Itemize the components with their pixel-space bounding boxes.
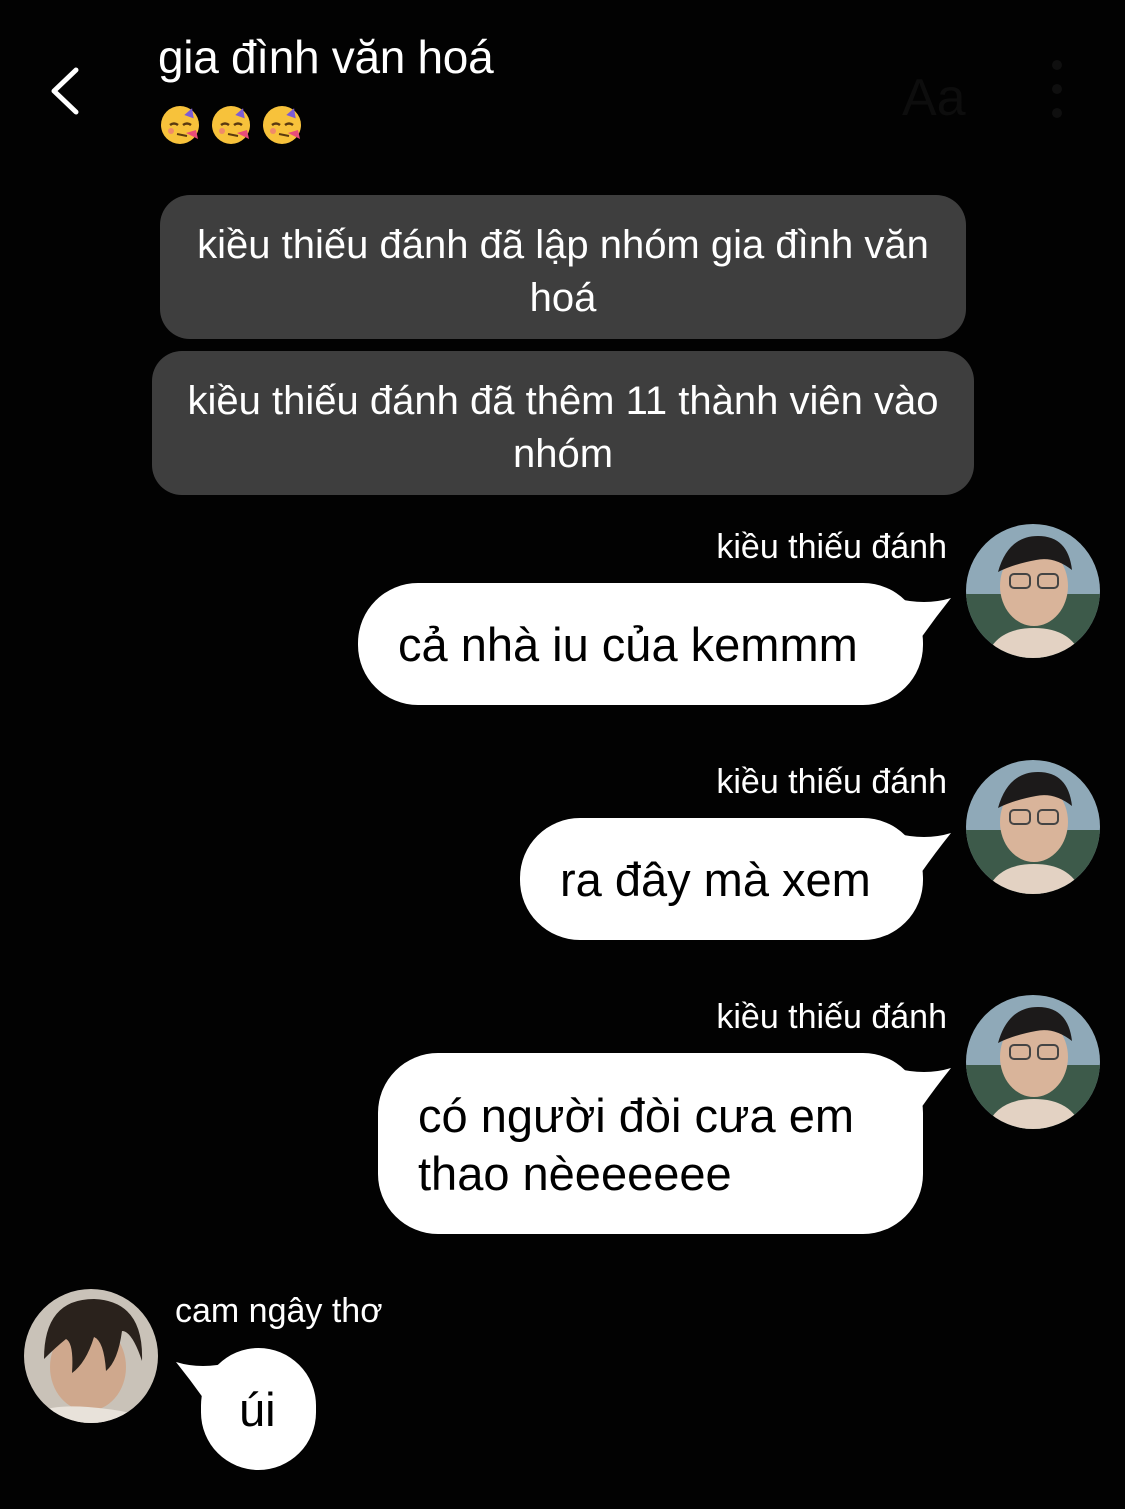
message-bubble[interactable]: úi xyxy=(201,1348,316,1470)
bubble-tail-icon xyxy=(895,833,951,873)
sender-name: kiều thiếu đánh xyxy=(716,763,947,801)
partying-face-icon xyxy=(161,106,199,144)
chat-title[interactable]: gia đình văn hoá xyxy=(158,30,494,84)
message-bubble[interactable]: ra đây mà xem xyxy=(520,818,923,940)
font-size-button[interactable]: Aa xyxy=(902,68,966,128)
system-message: kiều thiếu đánh đã lập nhóm gia đình văn… xyxy=(160,195,966,339)
message-text: ra đây mà xem xyxy=(560,853,871,906)
back-button[interactable] xyxy=(44,62,94,120)
sender-name: kiều thiếu đánh xyxy=(716,998,947,1036)
bubble-tail-icon xyxy=(895,598,951,638)
message-text-line: thao nèeeeeee xyxy=(418,1147,732,1200)
message-text: cả nhà iu của kemmm xyxy=(398,618,858,671)
message-text: úi xyxy=(239,1383,276,1436)
partying-face-icon xyxy=(212,106,250,144)
sender-name: cam ngây thơ xyxy=(175,1292,383,1330)
message-text-line: có người đòi cưa em xyxy=(418,1089,854,1142)
more-options-icon[interactable] xyxy=(1050,60,1064,130)
sender-name: kiều thiếu đánh xyxy=(716,528,947,566)
system-message: kiều thiếu đánh đã thêm 11 thành viên và… xyxy=(152,351,974,495)
chevron-left-icon xyxy=(51,67,79,115)
partying-face-icon xyxy=(263,106,301,144)
bubble-tail-icon xyxy=(895,1068,951,1108)
avatar[interactable] xyxy=(966,524,1100,658)
message-bubble[interactable]: cả nhà iu của kemmm xyxy=(358,583,923,705)
message-bubble[interactable]: có người đòi cưa em thao nèeeeeee xyxy=(378,1053,923,1234)
avatar[interactable] xyxy=(966,995,1100,1129)
avatar[interactable] xyxy=(966,760,1100,894)
avatar[interactable] xyxy=(24,1289,158,1423)
title-emoji-row xyxy=(158,100,306,146)
